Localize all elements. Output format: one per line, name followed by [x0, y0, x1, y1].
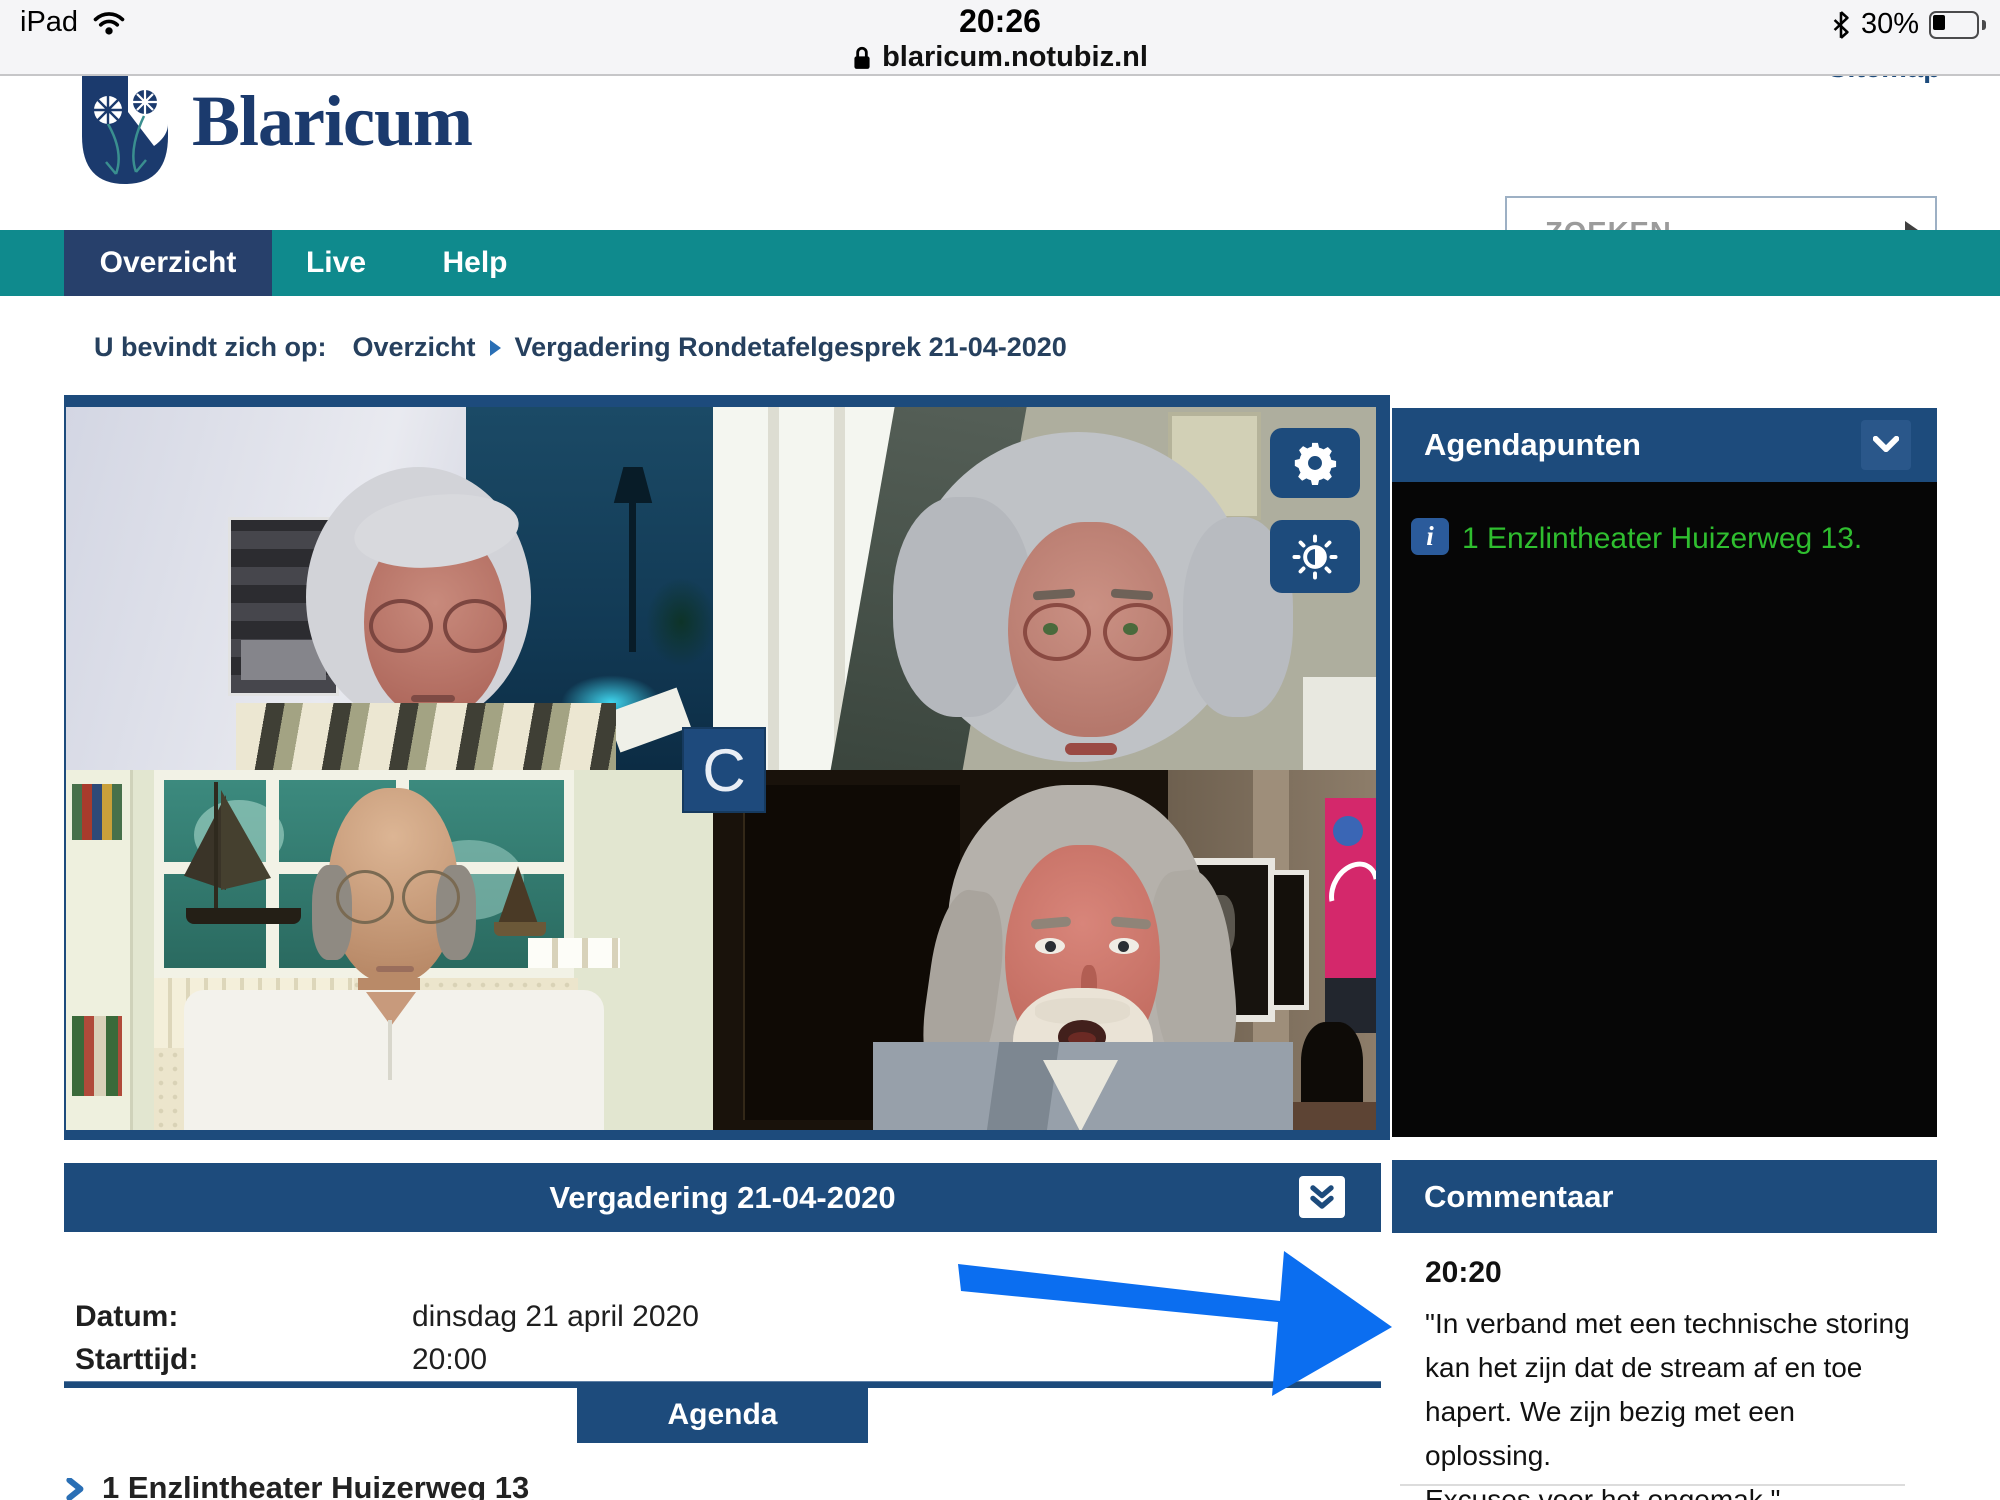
starttime-label: Starttijd:: [75, 1343, 198, 1377]
comment-panel-header: Commentaar: [1392, 1160, 1937, 1233]
ios-status-bar: iPad 20:26 blaricum.notubiz.nl 30%: [0, 0, 2000, 76]
white-polo: [184, 990, 604, 1130]
battery-icon: [1929, 11, 1979, 39]
status-center: 20:26 blaricum.notubiz.nl: [0, 0, 2000, 76]
agenda-panel-title: Agendapunten: [1424, 427, 1641, 463]
floor-lamp: [609, 467, 657, 503]
date-value: dinsdag 21 april 2020: [412, 1300, 699, 1334]
agenda-item-link[interactable]: 1 Enzlintheater Huizerweg 13.: [1462, 522, 1862, 556]
breadcrumb-prefix: U bevindt zich op:: [94, 332, 327, 363]
chevron-down-icon: [1873, 436, 1899, 452]
breadcrumb-link-overzicht[interactable]: Overzicht: [353, 332, 476, 363]
site-header: Blaricum: [0, 74, 2000, 230]
blaricum-coat-of-arms-logo: [82, 74, 168, 184]
companywebcast-watermark: C: [682, 727, 766, 813]
comment-divider: [1400, 1484, 1905, 1486]
cardigan: [873, 1042, 1293, 1130]
settings-button[interactable]: [1270, 428, 1360, 498]
brightness-button[interactable]: [1270, 520, 1360, 593]
meeting-title-bar: Vergadering 21-04-2020: [64, 1163, 1381, 1232]
nav-tab-overzicht[interactable]: Overzicht: [64, 230, 272, 296]
glasses: [369, 599, 507, 653]
comment-timestamp: 20:20: [1425, 1256, 1502, 1290]
annotation-arrow: [950, 1238, 1410, 1408]
striped-top: [236, 703, 616, 770]
tab-agenda[interactable]: Agenda: [577, 1387, 868, 1443]
comment-panel-title: Commentaar: [1424, 1179, 1614, 1215]
url-text: blaricum.notubiz.nl: [882, 41, 1148, 74]
meeting-title: Vergadering 21-04-2020: [64, 1163, 1381, 1232]
collapse-agenda-button[interactable]: [1861, 420, 1911, 470]
brand-wordmark: Blaricum: [192, 80, 472, 163]
video-feed-participant-4: [713, 770, 1376, 1130]
breadcrumb-current: Vergadering Rondetafelgesprek 21-04-2020: [515, 332, 1067, 363]
clock: 20:26: [0, 3, 2000, 40]
battery-percent: 30%: [1861, 8, 1919, 41]
bookshelf: [66, 770, 133, 1130]
nav-tab-live[interactable]: Live: [272, 230, 400, 296]
chevron-right-icon: [64, 1478, 88, 1500]
video-feed-participant-1: [66, 407, 713, 770]
agenda-panel-body: i 1 Enzlintheater Huizerweg 13.: [1392, 482, 1937, 1137]
starttime-value: 20:00: [412, 1343, 487, 1377]
date-label: Datum:: [75, 1300, 178, 1334]
agenda-panel-header: Agendapunten: [1392, 408, 1937, 482]
comment-text: "In verband met een technische storing k…: [1425, 1302, 1925, 1500]
breadcrumb: U bevindt zich op: Overzicht Vergadering…: [94, 332, 1067, 363]
gear-icon: [1293, 441, 1337, 485]
lock-icon: [852, 45, 872, 71]
glasses: [336, 870, 460, 924]
caret-right-icon: [490, 340, 501, 356]
safari-ipad-screen: Sitemap iPad 20:26 blaricum.notubiz.nl: [0, 0, 2000, 1500]
brightness-icon: [1292, 534, 1338, 580]
expand-meeting-button[interactable]: [1299, 1176, 1345, 1218]
status-right: 30%: [1831, 8, 1986, 41]
main-nav: Overzicht Live Help: [0, 230, 2000, 296]
bluetooth-icon: [1831, 10, 1851, 40]
address-bar[interactable]: blaricum.notubiz.nl: [852, 41, 1148, 74]
pink-poster: [1325, 798, 1376, 1033]
double-chevron-down-icon: [1309, 1184, 1335, 1210]
glasses: [1023, 603, 1171, 661]
agenda-list-item[interactable]: 1 Enzlintheater Huizerweg 13: [102, 1470, 529, 1500]
video-feed-participant-3: [66, 770, 713, 1130]
info-icon[interactable]: i: [1411, 518, 1449, 555]
battery-nub: [1982, 20, 1986, 30]
video-player[interactable]: C: [64, 395, 1390, 1140]
nav-tab-help[interactable]: Help: [400, 230, 550, 296]
